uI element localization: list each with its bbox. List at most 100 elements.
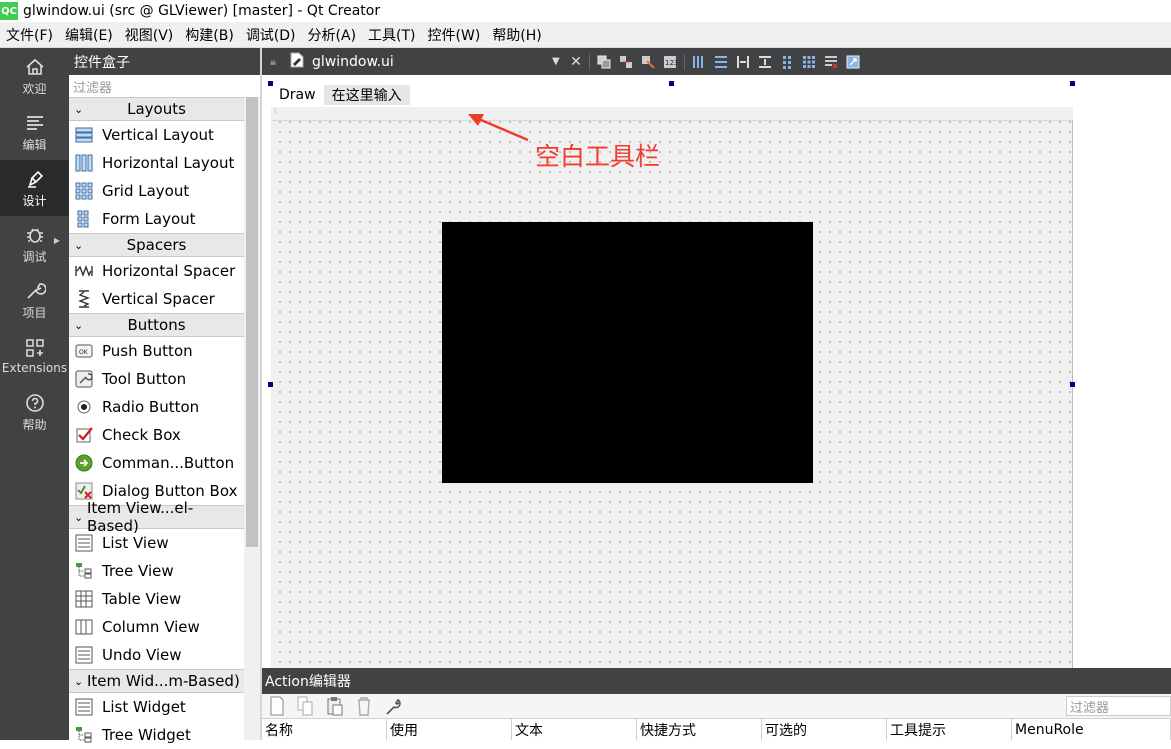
widget-label: Horizontal Spacer (102, 262, 236, 280)
widget-list-widget[interactable]: List Widget (69, 693, 244, 721)
widget-label: Table View (102, 590, 182, 608)
widget-label: Dialog Button Box (102, 482, 238, 500)
category-item-widgets[interactable]: ⌄ Item Wid...m-Based) (69, 669, 244, 693)
chevron-down-icon[interactable]: ▼ (552, 56, 566, 67)
mode-help[interactable]: 帮助 (0, 384, 69, 440)
layout-h-splitter-icon[interactable] (732, 54, 754, 70)
layout-horizontally-icon[interactable] (688, 54, 710, 70)
widget-vertical-layout[interactable]: Vertical Layout (69, 121, 244, 149)
widget-horizontal-spacer[interactable]: Horizontal Spacer (69, 257, 244, 285)
selection-handle-top-left[interactable] (268, 81, 273, 86)
opengl-widget[interactable] (442, 222, 813, 483)
widget-check-box[interactable]: Check Box (69, 421, 244, 449)
new-action-icon[interactable] (262, 695, 291, 717)
layout-v-splitter-icon[interactable] (754, 54, 776, 70)
delete-action-icon[interactable] (349, 695, 378, 717)
paste-action-icon[interactable] (320, 695, 349, 717)
category-item-views[interactable]: ⌄ Item View...el-Based) (69, 499, 244, 535)
empty-toolbar[interactable]: ⁝ (271, 107, 1073, 121)
column-header-used[interactable]: 使用 (387, 719, 512, 740)
edit-buddies-icon[interactable] (637, 54, 659, 70)
document-filename[interactable]: glwindow.ui (312, 54, 552, 70)
widget-label: Radio Button (102, 398, 200, 416)
widget-command-link-button[interactable]: Comman...Button (69, 449, 244, 477)
widget-vertical-spacer[interactable]: Vertical Spacer (69, 285, 244, 313)
widget-undo-view[interactable]: Undo View (69, 641, 244, 669)
widget-grid-layout[interactable]: Grid Layout (69, 177, 244, 205)
widget-tree-widget[interactable]: Tree Widget (69, 721, 244, 749)
category-layouts[interactable]: ⌄ Layouts (69, 97, 244, 121)
mode-design[interactable]: 设计 (0, 160, 69, 216)
chevron-down-icon: ⌄ (74, 102, 84, 116)
widget-horizontal-layout[interactable]: Horizontal Layout (69, 149, 244, 177)
form-menu-draw[interactable]: Draw (271, 85, 324, 105)
form-menu-type-here[interactable]: 在这里输入 (323, 85, 410, 105)
mode-debug[interactable]: 调试 ▶ (0, 216, 69, 272)
action-filter-input[interactable]: 过滤器 (1066, 696, 1171, 716)
push-button-icon: OK (74, 341, 94, 361)
widget-label: Grid Layout (102, 182, 190, 200)
mode-projects[interactable]: 项目 (0, 272, 69, 328)
svg-text:123: 123 (665, 59, 677, 67)
layout-grid-icon[interactable] (798, 54, 820, 70)
layout-form-icon[interactable] (776, 54, 798, 70)
edit-signals-slots-icon[interactable] (615, 54, 637, 70)
menu-help[interactable]: 帮助(H) (486, 25, 547, 45)
mode-edit[interactable]: 编辑 (0, 104, 69, 160)
widget-box-filter-input[interactable]: 过滤器 (69, 75, 260, 97)
scrollbar-thumb[interactable] (246, 97, 258, 547)
menu-edit[interactable]: 编辑(E) (59, 25, 119, 45)
menu-view[interactable]: 视图(V) (119, 25, 180, 45)
column-header-name[interactable]: 名称 (262, 719, 387, 740)
form-layout-icon (74, 209, 94, 229)
chevron-down-icon: ⌄ (74, 238, 84, 252)
design-pen-icon (27, 170, 43, 188)
annotation-arrow-icon (468, 114, 529, 142)
menu-debug[interactable]: 调试(D) (240, 25, 302, 45)
menu-widget[interactable]: 控件(W) (422, 25, 487, 45)
edit-widgets-icon[interactable] (593, 54, 615, 70)
column-header-menurole[interactable]: MenuRole (1012, 719, 1171, 740)
selection-handle-top-center[interactable] (669, 81, 674, 86)
grid-layout-icon (74, 181, 94, 201)
mode-welcome[interactable]: 欢迎 (0, 48, 69, 104)
selection-handle-top-right[interactable] (1070, 81, 1075, 86)
edit-tab-order-icon[interactable]: 123 (659, 54, 681, 70)
break-layout-icon[interactable] (820, 54, 842, 70)
widget-box-scrollbar[interactable] (244, 97, 260, 740)
category-buttons[interactable]: ⌄ Buttons (69, 313, 244, 337)
widget-tree-view[interactable]: Tree View (69, 557, 244, 585)
widget-form-layout[interactable]: Form Layout (69, 205, 244, 233)
menu-analyze[interactable]: 分析(A) (302, 25, 363, 45)
copy-action-icon[interactable] (291, 695, 320, 717)
main-window-form[interactable]: Draw 在这里输入 ⁝ (271, 83, 1073, 668)
tree-widget-icon (74, 725, 94, 745)
expand-arrow-icon[interactable]: ▶ (54, 236, 60, 245)
configure-wrench-icon[interactable] (378, 695, 407, 717)
selection-handle-mid-left[interactable] (268, 382, 273, 387)
mode-extensions[interactable]: Extensions (0, 328, 69, 384)
widget-tool-button[interactable]: Tool Button (69, 365, 244, 393)
widget-push-button[interactable]: OK Push Button (69, 337, 244, 365)
layout-vertically-icon[interactable] (710, 54, 732, 70)
vertical-spacer-icon (74, 289, 94, 309)
widget-column-view[interactable]: Column View (69, 613, 244, 641)
form-menubar[interactable]: Draw 在这里输入 (271, 83, 1073, 107)
widget-table-view[interactable]: Table View (69, 585, 244, 613)
wrench-icon (26, 282, 46, 299)
menu-file[interactable]: 文件(F) (0, 25, 59, 45)
column-header-text[interactable]: 文本 (512, 719, 637, 740)
widget-radio-button[interactable]: Radio Button (69, 393, 244, 421)
column-header-tooltip[interactable]: 工具提示 (887, 719, 1012, 740)
menu-tools[interactable]: 工具(T) (362, 25, 421, 45)
column-header-checkable[interactable]: 可选的 (762, 719, 887, 740)
menu-build[interactable]: 构建(B) (179, 25, 240, 45)
selection-handle-mid-right[interactable] (1070, 382, 1075, 387)
tool-button-icon (74, 369, 94, 389)
widget-label: Vertical Spacer (102, 290, 215, 308)
adjust-size-icon[interactable] (842, 54, 864, 70)
category-spacers[interactable]: ⌄ Spacers (69, 233, 244, 257)
close-icon[interactable]: ✕ (566, 54, 586, 70)
column-header-shortcut[interactable]: 快捷方式 (637, 719, 762, 740)
form-editor-canvas[interactable]: Draw 在这里输入 ⁝ (262, 75, 1171, 668)
